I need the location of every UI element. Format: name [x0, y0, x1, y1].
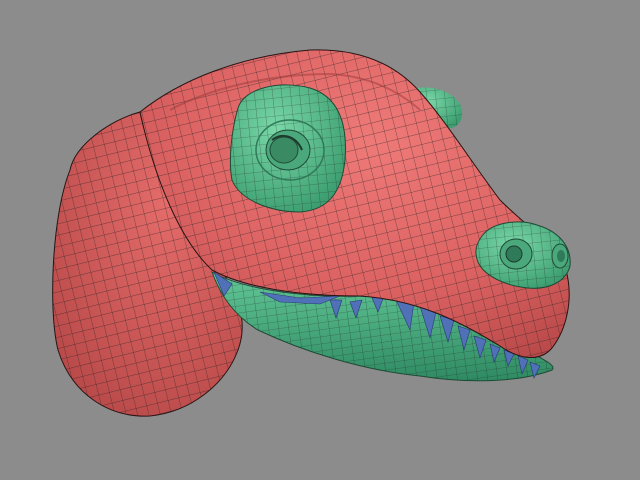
eye-region — [229, 84, 346, 213]
3d-viewport[interactable] — [0, 0, 640, 480]
dinosaur-head-render — [52, 49, 571, 417]
